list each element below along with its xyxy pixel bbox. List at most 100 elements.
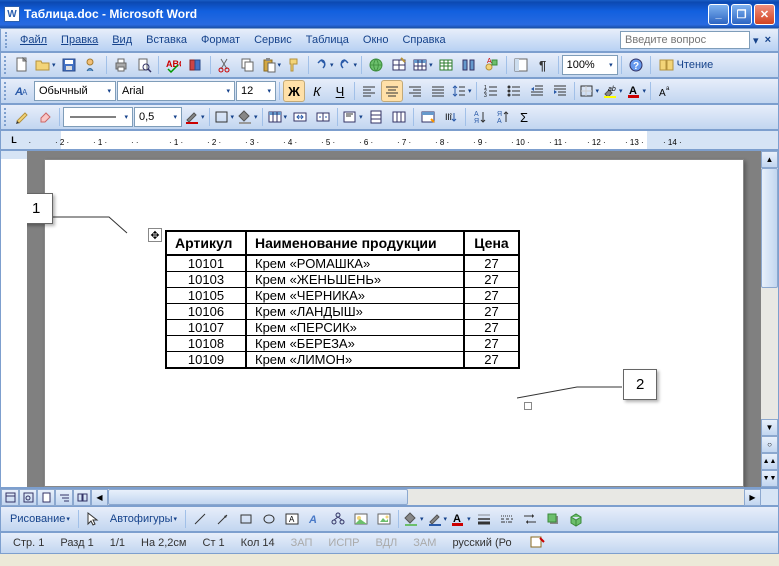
- scroll-down-button[interactable]: ▼: [761, 419, 778, 436]
- table-row[interactable]: 10101Крем «РОМАШКА»27: [166, 255, 519, 272]
- paste-button[interactable]: ▾: [260, 54, 283, 76]
- table-cell[interactable]: 10106: [166, 304, 246, 320]
- columns-button[interactable]: [458, 54, 480, 76]
- increase-indent-button[interactable]: [549, 80, 571, 102]
- borders-button[interactable]: ▾: [213, 106, 236, 128]
- table-row[interactable]: 10109Крем «ЛИМОН»27: [166, 352, 519, 369]
- table-move-handle[interactable]: ✥: [148, 228, 162, 242]
- spellcheck-status-icon[interactable]: [530, 535, 546, 552]
- insert-table-button[interactable]: ▾: [411, 54, 434, 76]
- th-price[interactable]: Цена: [464, 231, 519, 255]
- help-search-input[interactable]: [620, 31, 750, 49]
- underline-button[interactable]: Ч: [329, 80, 351, 102]
- tables-borders-button[interactable]: [388, 54, 410, 76]
- permissions-button[interactable]: [81, 54, 103, 76]
- table-cell[interactable]: 10108: [166, 336, 246, 352]
- menu-table[interactable]: Таблица: [299, 32, 356, 48]
- document-page[interactable]: ✥ Артикул Наименование продукции Цена 10…: [44, 159, 744, 487]
- zoom-combo[interactable]: 100%▾: [562, 55, 618, 75]
- select-objects-button[interactable]: [82, 508, 104, 530]
- clipart-button[interactable]: [350, 508, 372, 530]
- table-cell[interactable]: 27: [464, 304, 519, 320]
- insert-table-button-2[interactable]: ▾: [266, 106, 289, 128]
- menu-view[interactable]: Вид: [105, 32, 139, 48]
- menu-file[interactable]: Файл: [13, 32, 54, 48]
- redo-button[interactable]: ▾: [336, 54, 359, 76]
- reading-layout-button[interactable]: Чтение: [654, 54, 719, 76]
- status-rec[interactable]: ЗАП: [285, 537, 319, 549]
- decrease-indent-button[interactable]: [526, 80, 548, 102]
- font-color-button[interactable]: A▾: [625, 80, 648, 102]
- page-viewport[interactable]: 1 2 ✥ Артикул Наименование продукции Цен…: [27, 151, 761, 487]
- toolbar-grip[interactable]: [4, 56, 8, 74]
- bullets-button[interactable]: [503, 80, 525, 102]
- document-table[interactable]: Артикул Наименование продукции Цена 1010…: [165, 230, 520, 369]
- shading-color-button[interactable]: ▾: [236, 106, 259, 128]
- help-button[interactable]: ?: [625, 54, 647, 76]
- mdi-close-icon[interactable]: ×: [762, 34, 774, 46]
- print-layout-button[interactable]: [37, 489, 55, 506]
- reading-view-button[interactable]: [73, 489, 91, 506]
- split-cells-button[interactable]: [312, 106, 334, 128]
- table-cell[interactable]: 10109: [166, 352, 246, 369]
- table-cell[interactable]: 27: [464, 272, 519, 288]
- table-autoformat-button[interactable]: [417, 106, 439, 128]
- eraser-button[interactable]: [34, 106, 56, 128]
- cut-button[interactable]: [214, 54, 236, 76]
- oval-button[interactable]: [258, 508, 280, 530]
- diagram-button[interactable]: [327, 508, 349, 530]
- line-weight-combo[interactable]: 0,5▾: [134, 107, 182, 127]
- highlight-button[interactable]: ab▾: [601, 80, 624, 102]
- insert-worksheet-button[interactable]: [435, 54, 457, 76]
- sort-asc-button[interactable]: АЯ: [469, 106, 491, 128]
- table-cell[interactable]: 10105: [166, 288, 246, 304]
- save-button[interactable]: [58, 54, 80, 76]
- sort-desc-button[interactable]: ЯА: [492, 106, 514, 128]
- table-cell[interactable]: Крем «ЛИМОН»: [246, 352, 464, 369]
- close-button[interactable]: ✕: [754, 4, 775, 25]
- bold-button[interactable]: Ж: [283, 80, 305, 102]
- table-cell[interactable]: Крем «ПЕРСИК»: [246, 320, 464, 336]
- print-preview-button[interactable]: [133, 54, 155, 76]
- italic-button[interactable]: К: [306, 80, 328, 102]
- change-text-direction-button[interactable]: Ilî: [440, 106, 462, 128]
- insert-picture-button[interactable]: [373, 508, 395, 530]
- print-button[interactable]: [110, 54, 132, 76]
- outside-border-button[interactable]: ▾: [578, 80, 601, 102]
- table-cell[interactable]: 10101: [166, 255, 246, 272]
- document-map-button[interactable]: [510, 54, 532, 76]
- arrow-button[interactable]: [212, 508, 234, 530]
- vertical-scrollbar[interactable]: ▲ ▼ ○ ▲▲ ▼▼: [761, 151, 778, 487]
- shadow-button[interactable]: [542, 508, 564, 530]
- drawing-toolbar-button[interactable]: A: [481, 54, 503, 76]
- wordart-button[interactable]: A: [304, 508, 326, 530]
- line-color-button[interactable]: ▾: [426, 508, 449, 530]
- line-spacing-button[interactable]: ▾: [450, 80, 473, 102]
- draw-menu-button[interactable]: Рисование▾: [5, 508, 75, 530]
- font-color-button-2[interactable]: A▾: [449, 508, 472, 530]
- undo-button[interactable]: ▾: [312, 54, 335, 76]
- status-lang[interactable]: русский (Ро: [446, 537, 517, 549]
- arrow-style-button[interactable]: [519, 508, 541, 530]
- hyperlink-button[interactable]: [365, 54, 387, 76]
- superscript-button[interactable]: Aa: [654, 80, 676, 102]
- th-article[interactable]: Артикул: [166, 231, 246, 255]
- table-row[interactable]: 10108Крем «БЕРЕЗА»27: [166, 336, 519, 352]
- browse-object-button[interactable]: ○: [761, 436, 778, 453]
- normal-view-button[interactable]: [1, 489, 19, 506]
- toolbar-grip[interactable]: [4, 82, 8, 100]
- table-cell[interactable]: Крем «ЛАНДЫШ»: [246, 304, 464, 320]
- menu-insert[interactable]: Вставка: [139, 32, 194, 48]
- table-cell[interactable]: Крем «ЧЕРНИКА»: [246, 288, 464, 304]
- line-style-combo[interactable]: ▾: [63, 107, 133, 127]
- tab-selector[interactable]: L: [1, 131, 27, 149]
- table-cell[interactable]: 27: [464, 320, 519, 336]
- align-justify-button[interactable]: [427, 80, 449, 102]
- align-left-button[interactable]: [358, 80, 380, 102]
- rectangle-button[interactable]: [235, 508, 257, 530]
- autosum-button[interactable]: Σ: [515, 106, 537, 128]
- line-button[interactable]: [189, 508, 211, 530]
- table-row[interactable]: 10103Крем «ЖЕНЬШЕНЬ»27: [166, 272, 519, 288]
- menu-tools[interactable]: Сервис: [247, 32, 299, 48]
- status-ext[interactable]: ВДЛ: [370, 537, 404, 549]
